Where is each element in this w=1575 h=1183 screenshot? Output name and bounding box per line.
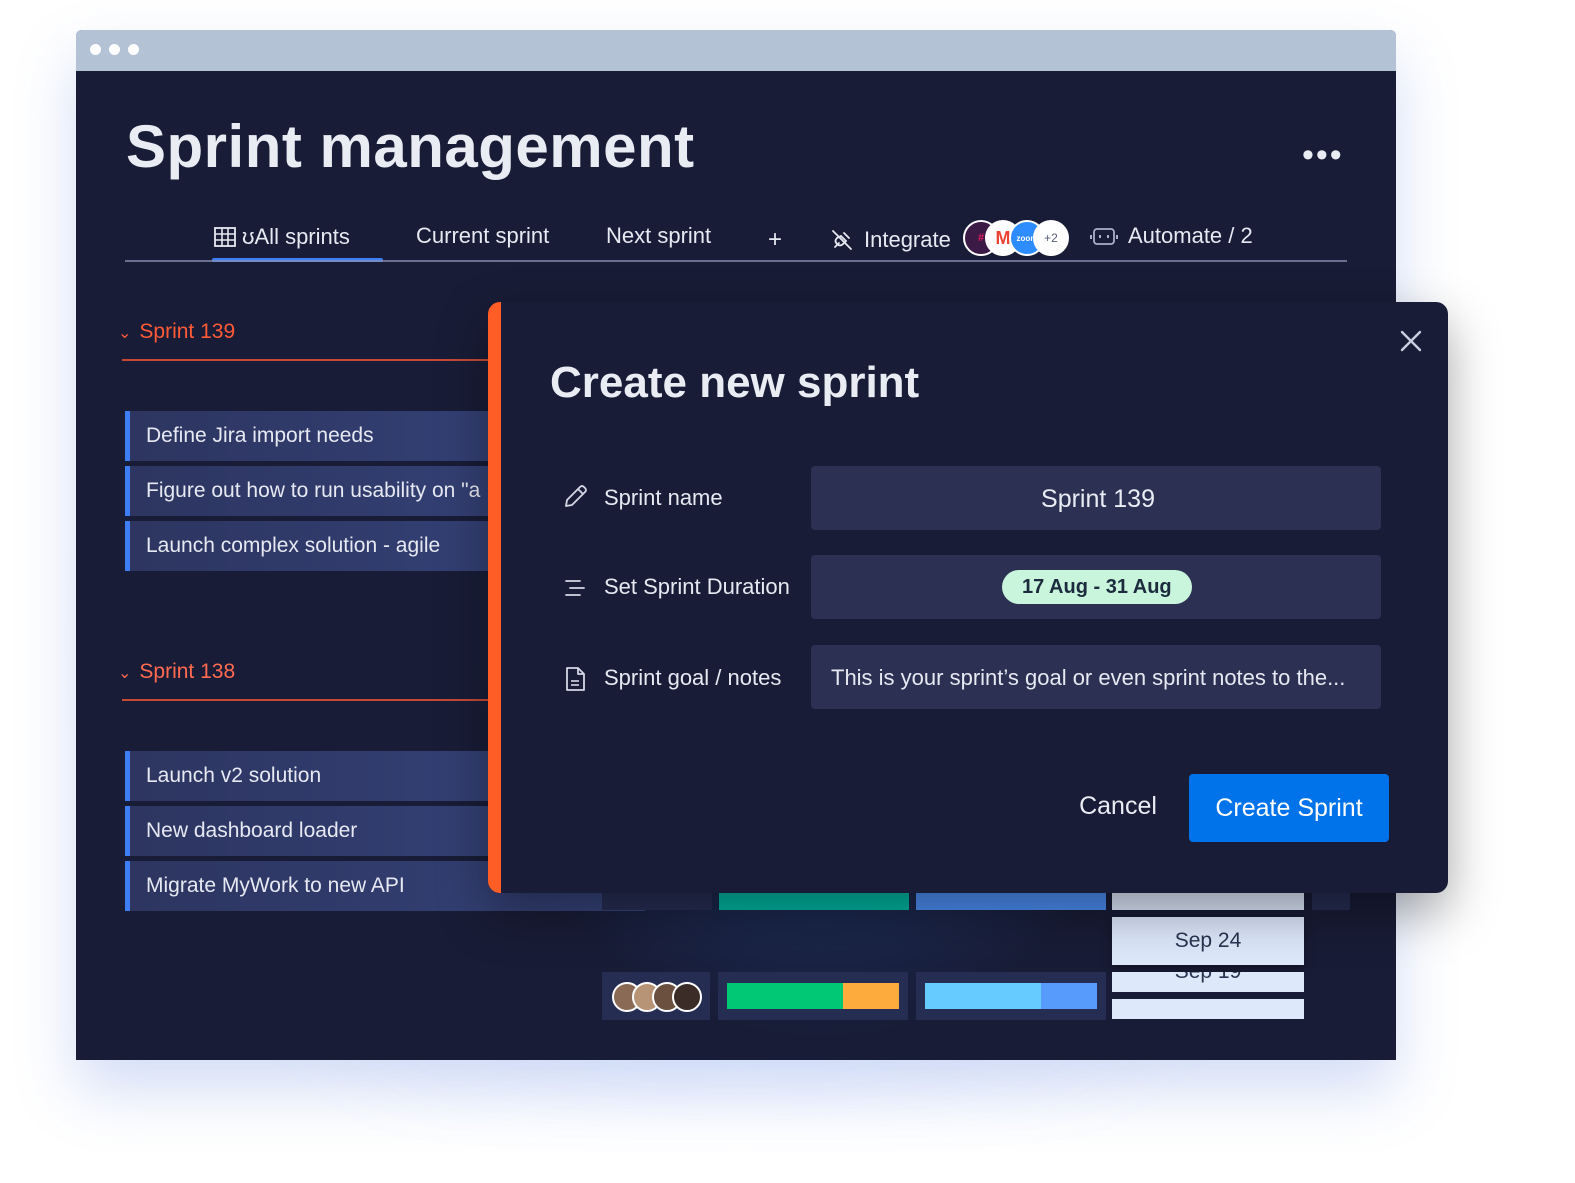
progress-bar-orange xyxy=(843,983,899,1009)
cancel-button[interactable]: Cancel xyxy=(1062,774,1174,838)
status-cell xyxy=(916,890,1106,910)
group-divider xyxy=(122,359,502,361)
sprint-name-label: Sprint name xyxy=(604,485,723,510)
chevron-down-icon[interactable]: ⌄ xyxy=(118,665,131,682)
date-dropdown-item[interactable]: Sep 24 xyxy=(1112,917,1304,965)
integration-icons: # M zoom +2 xyxy=(963,220,1073,260)
more-integrations-badge: +2 xyxy=(1033,220,1069,256)
dialog-accent-bar xyxy=(488,302,501,893)
robot-icon xyxy=(1090,228,1118,245)
plug-icon xyxy=(832,230,852,250)
group-title: Sprint 139 xyxy=(139,320,236,343)
create-sprint-button[interactable]: Create Sprint xyxy=(1189,774,1389,842)
sprint-notes-field[interactable]: This is your sprint’s goal or even sprin… xyxy=(811,645,1381,709)
people-cell xyxy=(602,890,712,910)
chevron-down-icon[interactable]: ⌄ xyxy=(118,325,131,342)
table-cell xyxy=(1312,890,1350,910)
window-titlebar xyxy=(76,30,1396,71)
sprint-name-input[interactable] xyxy=(811,466,1385,532)
avatar xyxy=(672,982,702,1012)
table-icon xyxy=(214,227,236,247)
window-dot xyxy=(90,44,101,55)
status-cell xyxy=(719,890,909,910)
create-sprint-dialog: Create new sprint Sprint name Set Sprint… xyxy=(488,302,1448,893)
date-dropdown-item[interactable]: Sep 22 xyxy=(1112,999,1304,1019)
date-cell xyxy=(1112,890,1304,910)
group-header-sprint-138[interactable]: ⌄ Sprint 138 xyxy=(118,660,235,684)
group-title: Sprint 138 xyxy=(139,660,236,683)
sprint-notes-value: This is your sprint’s goal or even sprin… xyxy=(831,665,1346,690)
duration-pill[interactable]: 17 Aug - 31 Aug xyxy=(1002,570,1192,604)
sprint-name-field[interactable] xyxy=(811,466,1385,532)
duration-icon xyxy=(565,580,585,596)
group-header-sprint-139[interactable]: ⌄ Sprint 139 xyxy=(118,320,235,344)
sprint-duration-label: Set Sprint Duration xyxy=(604,574,790,599)
sprint-notes-label: Sprint goal / notes xyxy=(604,665,782,690)
window-dot xyxy=(128,44,139,55)
page-title: Sprint management xyxy=(126,113,695,180)
tab-current-sprint[interactable]: Current sprint xyxy=(416,223,549,249)
document-icon xyxy=(566,667,585,691)
progress-bar-blue xyxy=(1041,983,1097,1009)
automate-label: Automate / 2 xyxy=(1128,223,1253,248)
automate-button[interactable]: Automate / 2 xyxy=(1090,223,1253,249)
group-divider xyxy=(122,699,502,701)
tab-all-sprints[interactable]: ʊAll sprints xyxy=(214,224,350,250)
tab-all-sprints-label: ʊAll sprints xyxy=(242,224,350,249)
integrate-label: Integrate xyxy=(864,227,951,252)
progress-bar-lightblue xyxy=(925,983,1041,1009)
window-dot xyxy=(109,44,120,55)
sprint-duration-field[interactable]: 17 Aug - 31 Aug xyxy=(811,555,1381,619)
dialog-title: Create new sprint xyxy=(550,358,920,407)
tabs-divider xyxy=(125,260,1347,262)
integrate-button[interactable]: Integrate xyxy=(830,227,951,253)
progress-bar-green xyxy=(727,983,843,1009)
date-dropdown-item[interactable]: Sep 19 xyxy=(1112,972,1304,992)
close-icon[interactable] xyxy=(1394,324,1428,358)
add-tab-button[interactable]: + xyxy=(768,226,782,254)
tab-next-sprint[interactable]: Next sprint xyxy=(606,223,711,249)
pencil-icon xyxy=(565,485,587,507)
more-options-icon[interactable]: ••• xyxy=(1302,138,1344,172)
